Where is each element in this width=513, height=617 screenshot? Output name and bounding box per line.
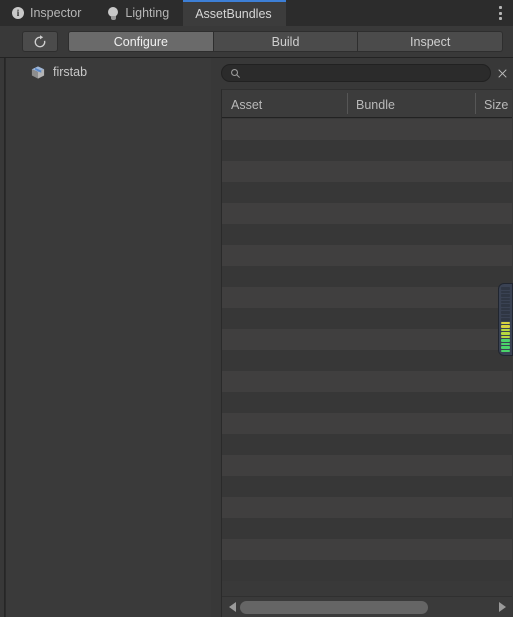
table-row[interactable] [222, 329, 512, 350]
meter-segment [501, 300, 510, 304]
tab-inspector[interactable]: i Inspector [0, 0, 96, 26]
search-input[interactable] [246, 67, 482, 79]
meter-segment [501, 349, 510, 352]
search-bar [221, 64, 509, 82]
table-row[interactable] [222, 560, 512, 581]
build-button[interactable]: Build [213, 31, 359, 52]
table-row[interactable] [222, 224, 512, 245]
meter-segment [501, 339, 510, 342]
search-icon [231, 68, 241, 78]
meter-segment [501, 287, 510, 290]
inspect-button[interactable]: Inspect [358, 31, 504, 52]
table-row[interactable] [222, 140, 512, 161]
configure-button[interactable]: Configure [68, 31, 214, 52]
refresh-button[interactable] [22, 31, 58, 52]
table-row[interactable] [222, 539, 512, 560]
tab-bar: i Inspector Lighting AssetBundles [0, 0, 513, 26]
table-row[interactable] [222, 392, 512, 413]
table-row[interactable] [222, 287, 512, 308]
meter-segment [501, 297, 510, 300]
mode-button-group: Configure Build Inspect [68, 31, 504, 52]
column-header-size[interactable]: Size [475, 90, 512, 117]
table-row[interactable] [222, 182, 512, 203]
tab-assetbundles-label: AssetBundles [195, 7, 272, 21]
meter-segment [501, 290, 510, 294]
toolbar: Configure Build Inspect [0, 26, 513, 58]
table-row[interactable] [222, 497, 512, 518]
kebab-menu-icon[interactable] [487, 0, 513, 26]
tab-lighting-label: Lighting [125, 6, 170, 20]
meter-segment [501, 294, 510, 297]
meter-segment [501, 342, 510, 346]
list-item[interactable]: firstab [6, 62, 211, 82]
meter-segment [501, 328, 510, 332]
bundle-tree-item-label: firstab [53, 65, 88, 79]
table-row[interactable] [222, 266, 512, 287]
horizontal-scroll-thumb[interactable] [240, 600, 428, 614]
table-row[interactable] [222, 161, 512, 182]
column-header-asset[interactable]: Asset [222, 90, 347, 117]
audio-level-meter[interactable] [498, 283, 513, 356]
table-row[interactable] [222, 203, 512, 224]
scroll-left-button[interactable] [224, 599, 240, 616]
table-row[interactable] [222, 434, 512, 455]
tab-lighting[interactable]: Lighting [95, 0, 184, 26]
refresh-icon [34, 34, 46, 47]
meter-segment [501, 325, 510, 328]
asset-bundle-cube-icon [31, 65, 45, 79]
meter-segment [501, 307, 510, 311]
table-row[interactable] [222, 350, 512, 371]
meter-segment [501, 335, 510, 339]
meter-segment [501, 311, 510, 314]
meter-segment [501, 314, 510, 318]
meter-segment [501, 304, 510, 307]
column-header-bundle[interactable]: Bundle [347, 90, 475, 117]
table-header-row: Asset Bundle Size [222, 90, 512, 118]
tab-assetbundles[interactable]: AssetBundles [183, 0, 286, 26]
table-row[interactable] [222, 413, 512, 434]
tab-bar-filler [285, 0, 487, 26]
table-row[interactable] [222, 455, 512, 476]
close-icon [497, 68, 507, 78]
scroll-right-button[interactable] [494, 599, 510, 616]
horizontal-scroll-track[interactable] [240, 599, 494, 616]
triangle-right-icon [498, 602, 506, 612]
table-row[interactable] [222, 371, 512, 392]
main-split: firstab Asset Bundle Size [0, 58, 513, 617]
search-clear-button[interactable] [495, 64, 509, 82]
info-icon: i [12, 7, 24, 19]
meter-segment [501, 346, 510, 349]
meter-segment [501, 321, 510, 325]
tab-inspector-label: Inspector [30, 6, 82, 20]
table-row[interactable] [222, 119, 512, 140]
table-row[interactable] [222, 308, 512, 329]
horizontal-scrollbar[interactable] [222, 596, 512, 617]
triangle-left-icon [228, 602, 236, 612]
meter-segment [501, 318, 510, 321]
asset-list-panel: Asset Bundle Size [216, 58, 513, 617]
meter-segment [501, 332, 510, 335]
search-field[interactable] [221, 64, 491, 82]
bulb-icon [107, 6, 119, 20]
table-row[interactable] [222, 518, 512, 539]
table-body [222, 119, 512, 596]
table-row[interactable] [222, 245, 512, 266]
table-row[interactable] [222, 476, 512, 497]
asset-table: Asset Bundle Size [221, 89, 512, 617]
bundle-tree-panel: firstab [4, 58, 211, 617]
bundle-tree-list: firstab [5, 58, 211, 617]
